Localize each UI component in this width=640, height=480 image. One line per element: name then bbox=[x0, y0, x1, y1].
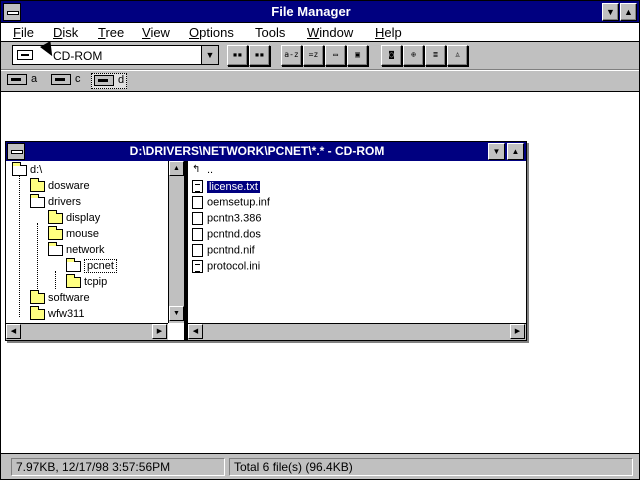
drive-a[interactable]: a bbox=[7, 73, 37, 89]
folder-icon bbox=[66, 273, 81, 288]
tree-horizontal-scrollbar[interactable]: ◀ ▶ bbox=[6, 323, 168, 340]
floppy-drive-icon bbox=[7, 73, 27, 85]
sort-by-type-button[interactable]: ▣ bbox=[347, 45, 368, 66]
scroll-down-arrow-icon[interactable]: ▼ bbox=[169, 306, 184, 321]
directory-window-title: D:\DRIVERS\NETWORK\PCNET\*.* - CD-ROM bbox=[129, 144, 385, 158]
file-item-pcntn3-386[interactable]: pcntn3.386 bbox=[192, 212, 261, 228]
file-item-pcntnd-nif[interactable]: pcntnd.nif bbox=[192, 244, 255, 260]
document-icon bbox=[192, 244, 203, 257]
file-item-license-txt[interactable]: license.txt bbox=[192, 180, 260, 196]
title-bar[interactable]: File Manager ▼ ▲ bbox=[1, 1, 639, 23]
scroll-left-arrow-icon[interactable]: ◀ bbox=[188, 324, 203, 339]
view-name-button[interactable]: a-z bbox=[281, 45, 302, 66]
child-minimize-button[interactable]: ▼ bbox=[488, 143, 505, 160]
directory-window-title-bar[interactable]: D:\DRIVERS\NETWORK\PCNET\*.* - CD-ROM ▼ … bbox=[6, 142, 526, 161]
folder-icon bbox=[30, 289, 45, 304]
system-menu-button[interactable] bbox=[3, 3, 21, 21]
cd-drive-icon bbox=[17, 50, 33, 60]
dropdown-arrow-icon[interactable]: ▼ bbox=[201, 46, 218, 64]
directory-tree: d:\ dosware drivers display mouse networ… bbox=[6, 161, 168, 323]
folder-icon bbox=[30, 305, 45, 320]
menu-view[interactable]: View bbox=[142, 25, 170, 40]
cd-drive-icon bbox=[94, 74, 114, 86]
child-system-menu-button[interactable] bbox=[7, 143, 25, 160]
drive-bar: a c d bbox=[1, 71, 639, 92]
tree-item-tcpip[interactable]: tcpip bbox=[66, 273, 107, 292]
scroll-left-arrow-icon[interactable]: ◀ bbox=[6, 324, 21, 339]
menu-window[interactable]: Window bbox=[307, 25, 353, 40]
text-document-icon bbox=[192, 180, 203, 193]
drive-select-value: CD-ROM bbox=[53, 49, 103, 63]
menu-help[interactable]: Help bbox=[375, 25, 402, 40]
folder-icon bbox=[48, 225, 63, 240]
file-manager-window: File Manager ▼ ▲ File Disk Tree View Opt… bbox=[0, 0, 640, 480]
file-item-pcntnd-dos[interactable]: pcntnd.dos bbox=[192, 228, 261, 244]
menu-options[interactable]: Options bbox=[189, 25, 234, 40]
open-folder-icon bbox=[30, 193, 45, 208]
window-title: File Manager bbox=[271, 4, 351, 19]
sort-by-size-button[interactable]: ◙ bbox=[381, 45, 402, 66]
menu-tools[interactable]: Tools bbox=[255, 25, 285, 40]
file-item-parent[interactable]: ↰.. bbox=[192, 164, 213, 180]
document-icon bbox=[192, 228, 203, 241]
text-document-icon bbox=[192, 260, 203, 273]
document-icon bbox=[192, 212, 203, 225]
open-folder-icon bbox=[48, 241, 63, 256]
open-folder-icon bbox=[12, 161, 27, 176]
status-selected-file: 7.97KB, 12/17/98 3:57:56PM bbox=[11, 458, 225, 476]
files-horizontal-scrollbar[interactable]: ◀ ▶ bbox=[188, 323, 526, 340]
scroll-right-arrow-icon[interactable]: ▶ bbox=[152, 324, 167, 339]
tree-item-wfw311[interactable]: wfw311 bbox=[30, 305, 84, 323]
menu-bar: File Disk Tree View Options Tools Window… bbox=[1, 23, 639, 42]
minimize-button[interactable]: ▼ bbox=[602, 3, 619, 21]
toolbar: CD-ROM ▼ ▪▪ ▪▪ a-z =z ▭ ▣ ◙ ⊕ ≣ ♙ bbox=[1, 42, 639, 70]
share-as-button[interactable]: ≣ bbox=[425, 45, 446, 66]
file-list: ↰.. license.txt oemsetup.inf pcntn3.386 … bbox=[188, 161, 526, 323]
view-all-details-button[interactable]: =z bbox=[303, 45, 324, 66]
file-item-protocol-ini[interactable]: protocol.ini bbox=[192, 260, 260, 276]
hard-drive-icon bbox=[51, 73, 71, 85]
connect-network-drive-button[interactable]: ▪▪ bbox=[227, 45, 248, 66]
scroll-right-arrow-icon[interactable]: ▶ bbox=[510, 324, 525, 339]
stop-sharing-button[interactable]: ♙ bbox=[447, 45, 468, 66]
drive-d[interactable]: d bbox=[91, 73, 128, 89]
sort-by-name-button[interactable]: ▭ bbox=[325, 45, 346, 66]
sort-by-date-button[interactable]: ⊕ bbox=[403, 45, 424, 66]
menu-file[interactable]: File bbox=[13, 25, 34, 40]
folder-icon bbox=[30, 177, 45, 192]
document-icon bbox=[192, 196, 203, 209]
status-bar: 7.97KB, 12/17/98 3:57:56PM Total 6 file(… bbox=[1, 453, 639, 479]
scroll-up-arrow-icon[interactable]: ▲ bbox=[169, 161, 184, 176]
open-folder-icon bbox=[66, 257, 81, 272]
tree-vertical-scrollbar[interactable]: ▲ ▼ bbox=[168, 161, 184, 323]
child-maximize-button[interactable]: ▲ bbox=[507, 143, 524, 160]
drive-c[interactable]: c bbox=[51, 73, 81, 89]
parent-directory-icon: ↰ bbox=[192, 163, 201, 175]
menu-tree[interactable]: Tree bbox=[98, 25, 124, 40]
menu-disk[interactable]: Disk bbox=[53, 25, 78, 40]
disconnect-network-drive-button[interactable]: ▪▪ bbox=[249, 45, 270, 66]
directory-window: D:\DRIVERS\NETWORK\PCNET\*.* - CD-ROM ▼ … bbox=[5, 141, 527, 341]
folder-icon bbox=[48, 209, 63, 224]
maximize-button[interactable]: ▲ bbox=[620, 3, 637, 21]
file-item-oemsetup-inf[interactable]: oemsetup.inf bbox=[192, 196, 270, 212]
status-total-files: Total 6 file(s) (96.4KB) bbox=[229, 458, 633, 476]
tree-item-network[interactable]: network bbox=[48, 241, 105, 260]
